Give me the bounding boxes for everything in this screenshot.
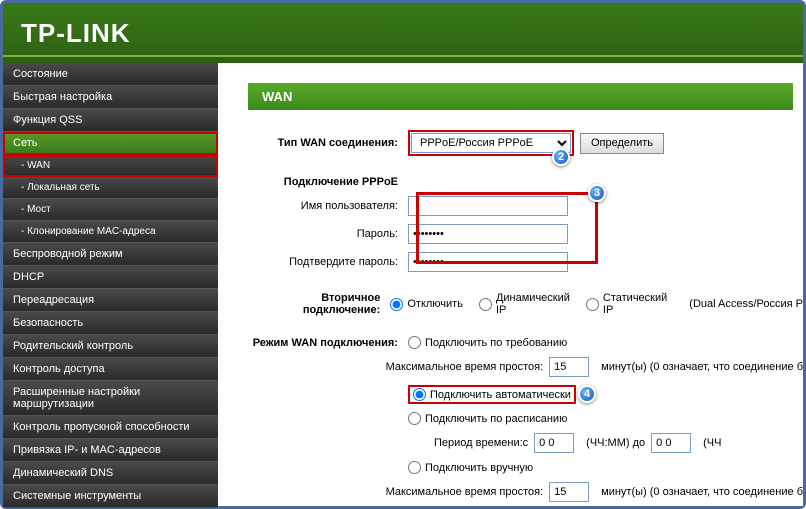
sidebar-item-macclone[interactable]: - Клонирование MAC-адреса — [3, 221, 218, 243]
secondary-label: Вторичное подключение: — [248, 292, 390, 316]
sidebar-item-routing[interactable]: Расширенные настройки маршрутизации — [3, 381, 218, 416]
sidebar-item-wan[interactable]: - WAN — [3, 155, 218, 177]
badge-2: 2 — [552, 148, 570, 166]
mode-ondemand[interactable]: Подключить по требованию — [408, 336, 567, 349]
period-to[interactable] — [651, 433, 691, 453]
sidebar: Состояние Быстрая настройка Функция QSS … — [3, 63, 218, 506]
period-hhmm2: (ЧЧ — [703, 437, 721, 449]
sidebar-item-forwarding[interactable]: Переадресация — [3, 289, 218, 312]
sidebar-item-lan[interactable]: - Локальная сеть — [3, 177, 218, 199]
secondary-dynip[interactable]: Динамический IP — [479, 292, 570, 316]
sidebar-item-ddns[interactable]: Динамический DNS — [3, 462, 218, 485]
username-input[interactable] — [408, 196, 568, 216]
sidebar-item-quick[interactable]: Быстрая настройка — [3, 86, 218, 109]
sidebar-item-network[interactable]: Сеть — [3, 132, 218, 155]
idle2-suffix: минут(ы) (0 означает, что соединение б — [601, 486, 803, 498]
idle-suffix: минут(ы) (0 означает, что соединение б — [601, 361, 803, 373]
wan-type-label: Тип WAN соединения: — [248, 137, 408, 149]
period-label: Период времени:с — [434, 437, 528, 449]
password-input[interactable] — [408, 224, 568, 244]
secondary-disable[interactable]: Отключить — [390, 298, 463, 311]
secondary-staticip[interactable]: Статический IP — [586, 292, 667, 316]
sidebar-item-ipmac[interactable]: Привязка IP- и MAC-адресов — [3, 439, 218, 462]
period-hhmm: (ЧЧ:ММ) до — [586, 437, 645, 449]
sidebar-item-wireless[interactable]: Беспроводной режим — [3, 243, 218, 266]
sidebar-item-bandwidth[interactable]: Контроль пропускной способности — [3, 416, 218, 439]
idle2-input[interactable] — [549, 482, 589, 502]
pppoe-section-label: Подключение PPPoE — [248, 176, 408, 188]
logo: TP-LINK — [21, 18, 131, 49]
confirm-input[interactable] — [408, 252, 568, 272]
page-title: WAN — [248, 83, 793, 110]
mode-schedule[interactable]: Подключить по расписанию — [408, 412, 567, 425]
detect-button[interactable]: Определить — [580, 133, 664, 154]
username-label: Имя пользователя: — [248, 200, 408, 212]
content: WAN Тип WAN соединения: PPPoE/Россия PPP… — [218, 63, 803, 506]
sidebar-item-access[interactable]: Контроль доступа — [3, 358, 218, 381]
sidebar-item-system[interactable]: Системные инструменты — [3, 485, 218, 508]
layout: Состояние Быстрая настройка Функция QSS … — [3, 63, 803, 506]
idle-input[interactable] — [549, 357, 589, 377]
idle-label: Максимальное время простоя: — [386, 361, 544, 373]
mode-label: Режим WAN подключения: — [248, 337, 408, 349]
confirm-label: Подтвердите пароль: — [248, 256, 408, 268]
badge-4: 4 — [578, 385, 596, 403]
mode-manual[interactable]: Подключить вручную — [408, 461, 533, 474]
period-from[interactable] — [534, 433, 574, 453]
mode-auto[interactable]: Подключить автоматически — [413, 388, 571, 401]
sidebar-item-status[interactable]: Состояние — [3, 63, 218, 86]
header-divider — [3, 55, 803, 57]
sidebar-item-bridge[interactable]: - Мост — [3, 199, 218, 221]
sidebar-item-dhcp[interactable]: DHCP — [3, 266, 218, 289]
sidebar-item-parental[interactable]: Родительский контроль — [3, 335, 218, 358]
sidebar-item-security[interactable]: Безопасность — [3, 312, 218, 335]
header: TP-LINK — [3, 3, 803, 63]
sidebar-item-qss[interactable]: Функция QSS — [3, 109, 218, 132]
wan-type-select[interactable]: PPPoE/Россия PPPoE — [411, 133, 571, 153]
badge-3: 3 — [588, 184, 606, 202]
idle2-label: Максимальное время простоя: — [386, 486, 544, 498]
password-label: Пароль: — [248, 228, 408, 240]
secondary-note: (Dual Access/Россия P — [689, 298, 803, 310]
